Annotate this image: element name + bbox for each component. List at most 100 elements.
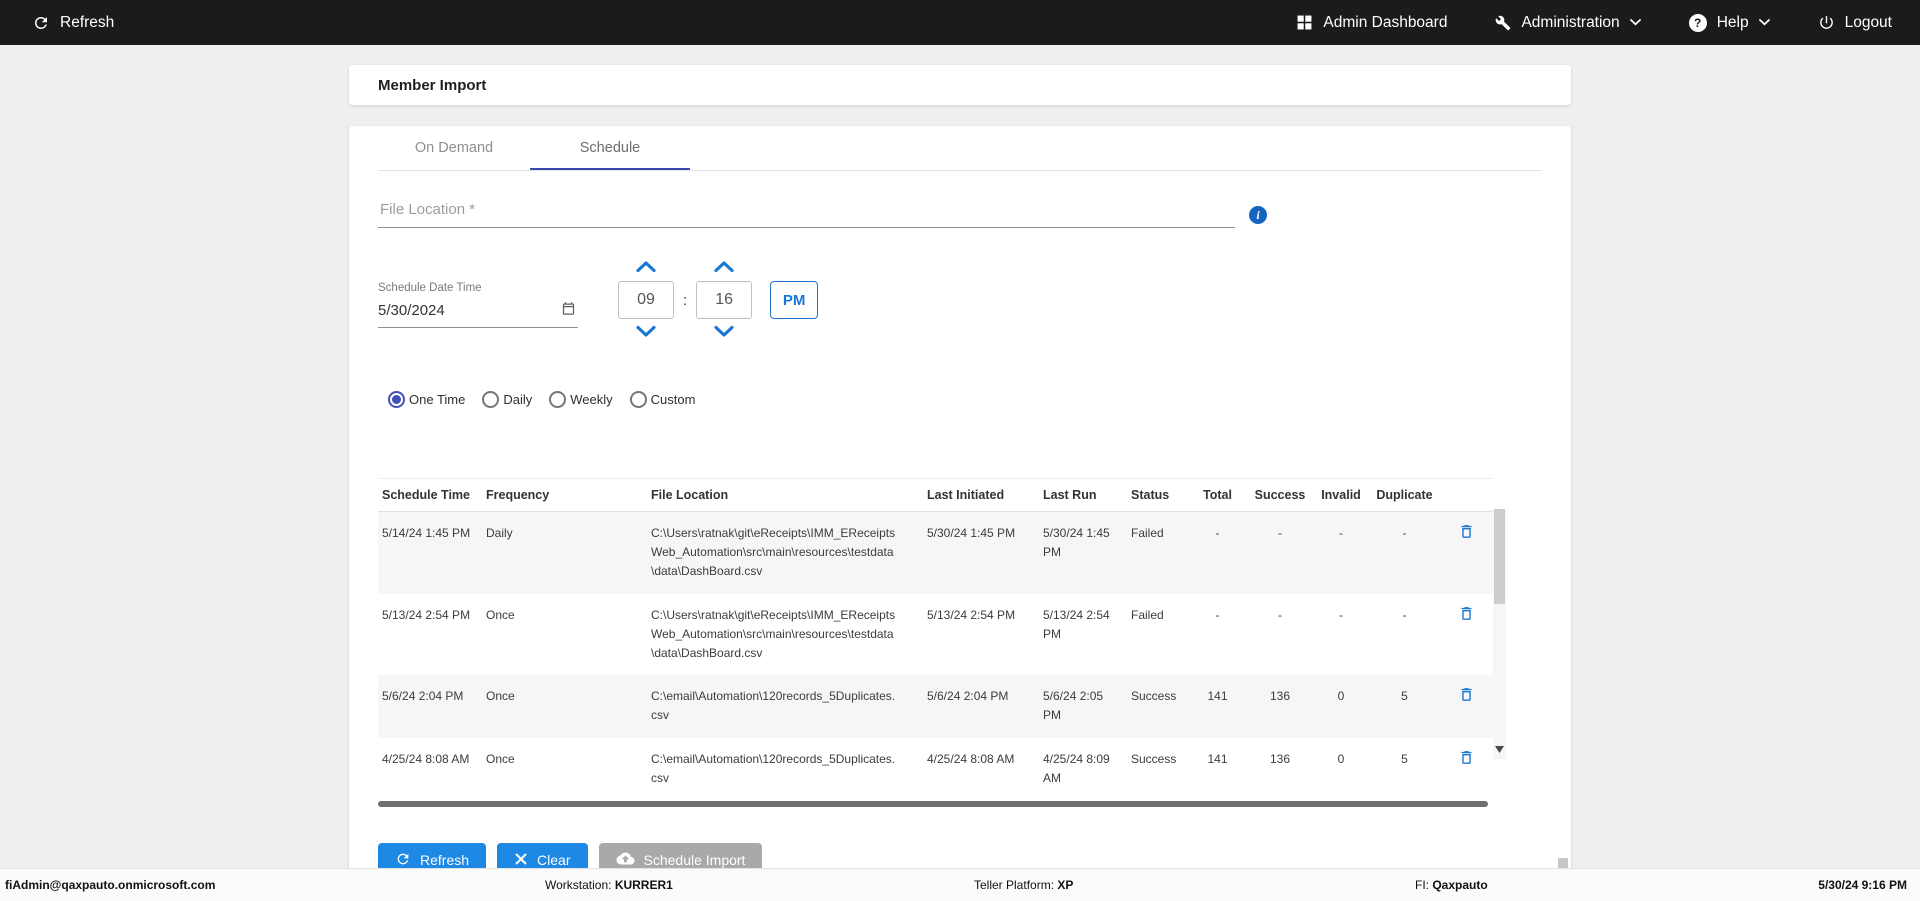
- cell-frequency: Once: [486, 751, 515, 766]
- cell-status: Failed: [1131, 607, 1164, 622]
- schedule-datetime-row: Schedule Date Time 5/30/2024 09: 16 PM: [378, 260, 1542, 339]
- cell-last-run: 5/6/24 2:05 PM: [1043, 689, 1104, 723]
- page-title-card: Member Import: [349, 65, 1571, 105]
- cell-file-location: C:\Users\ratnak\git\eReceipts\IMM_ERecei…: [651, 526, 896, 579]
- chevron-down-icon: [1758, 19, 1770, 26]
- calendar-icon[interactable]: [561, 301, 576, 320]
- schedule-date-field[interactable]: Schedule Date Time 5/30/2024: [378, 282, 578, 328]
- delete-row-button[interactable]: [1440, 512, 1493, 594]
- tab-on-demand[interactable]: On Demand: [378, 126, 530, 170]
- hour-increment-button[interactable]: [635, 260, 657, 276]
- member-import-card: On Demand Schedule i Schedule Date Time …: [349, 126, 1571, 887]
- schedule-date-value: 5/30/2024: [378, 302, 445, 319]
- administration-label: Administration: [1521, 13, 1620, 31]
- frequency-radio-one-time[interactable]: One Time: [388, 391, 465, 408]
- status-datetime: 5/30/24 9:16 PM: [1818, 878, 1907, 892]
- radio-unselected-icon: [549, 391, 567, 408]
- cell-schedule-time: 5/6/24 2:04 PM: [382, 689, 464, 704]
- page-title: Member Import: [378, 76, 487, 94]
- cell-duplicate: -: [1402, 526, 1407, 540]
- frequency-radio-weekly[interactable]: Weekly: [549, 391, 613, 408]
- frequency-radio-custom[interactable]: Custom: [629, 391, 695, 408]
- table-vertical-scrollbar[interactable]: [1493, 509, 1506, 759]
- cell-total: -: [1215, 526, 1220, 540]
- info-icon[interactable]: i: [1249, 206, 1267, 224]
- scrollbar-thumb[interactable]: [1494, 509, 1505, 604]
- help-nav-menu[interactable]: ? Help: [1688, 13, 1770, 32]
- cell-schedule-time: 4/25/24 8:08 AM: [382, 751, 470, 766]
- status-bar: fiAdmin@qaxpauto.onmicrosoft.com Worksta…: [0, 868, 1920, 901]
- delete-row-button[interactable]: [1440, 738, 1493, 800]
- trash-icon: [1458, 749, 1475, 769]
- cell-file-location: C:\Users\ratnak\git\eReceipts\IMM_ERecei…: [651, 607, 896, 660]
- minute-decrement-button[interactable]: [713, 325, 735, 339]
- minute-input[interactable]: 16: [696, 281, 753, 319]
- column-header-success: Success: [1254, 488, 1306, 502]
- hour-input[interactable]: 09: [618, 281, 674, 319]
- clear-button-label: Clear: [537, 852, 571, 869]
- fi-value: Qaxpauto: [1432, 878, 1488, 892]
- cell-invalid: 0: [1337, 751, 1345, 766]
- cell-duplicate: 5: [1401, 689, 1408, 704]
- delete-row-button[interactable]: [1440, 594, 1493, 676]
- minute-increment-button[interactable]: [713, 260, 735, 276]
- cell-success: -: [1278, 607, 1282, 622]
- logged-in-user: fiAdmin@qaxpauto.onmicrosoft.com: [5, 878, 216, 892]
- cell-invalid: -: [1339, 607, 1343, 622]
- fi-label: FI:: [1415, 878, 1429, 892]
- chevron-up-icon: [713, 260, 735, 276]
- cell-success: 136: [1269, 751, 1291, 766]
- teller-platform-label: Teller Platform:: [974, 878, 1055, 892]
- hour-decrement-button[interactable]: [635, 325, 657, 341]
- refresh-nav-button[interactable]: Refresh: [32, 14, 114, 32]
- cell-status: Failed: [1131, 526, 1164, 540]
- delete-row-button[interactable]: [1440, 675, 1493, 737]
- cell-file-location: C:\email\Automation\120records_5Duplicat…: [651, 751, 896, 785]
- scheduled-imports-table: Schedule Time Frequency File Location La…: [378, 478, 1506, 807]
- cell-schedule-time: 5/13/24 2:54 PM: [382, 607, 471, 622]
- table-header-row: Schedule Time Frequency File Location La…: [378, 478, 1493, 512]
- scrollbar-down-arrow-icon[interactable]: [1495, 740, 1504, 758]
- minute-spinner: 16: [696, 260, 753, 339]
- administration-nav-menu[interactable]: Administration: [1495, 13, 1641, 32]
- frequency-radio-daily[interactable]: Daily: [482, 391, 532, 408]
- cell-last-initiated: 5/30/24 1:45 PM: [927, 526, 1016, 540]
- trash-icon: [1458, 686, 1475, 706]
- hour-spinner: 09: [618, 260, 674, 341]
- column-header-last-initiated: Last Initiated: [927, 488, 1005, 502]
- table-body: 5/14/24 1:45 PM Daily C:\Users\ratnak\gi…: [378, 512, 1506, 800]
- table-row: 5/6/24 2:04 PM Once C:\email\Automation\…: [378, 675, 1493, 738]
- cell-total: 141: [1207, 751, 1228, 766]
- meridiem-toggle-button[interactable]: PM: [770, 281, 819, 319]
- tab-schedule-label: Schedule: [579, 140, 641, 156]
- workstation-label: Workstation:: [545, 878, 612, 892]
- radio-unselected-icon: [482, 391, 500, 408]
- refresh-button-label: Refresh: [420, 852, 470, 869]
- table-horizontal-scrollbar[interactable]: [378, 800, 1488, 807]
- table-row: 5/14/24 1:45 PM Daily C:\Users\ratnak\gi…: [378, 512, 1493, 594]
- refresh-nav-label: Refresh: [60, 13, 115, 31]
- refresh-icon: [32, 14, 50, 32]
- radio-unselected-icon: [629, 391, 647, 408]
- admin-dashboard-nav-button[interactable]: Admin Dashboard: [1296, 14, 1447, 32]
- chevron-up-icon: [635, 260, 657, 276]
- cell-last-initiated: 4/25/24 8:08 AM: [927, 751, 1015, 766]
- teller-platform-value: XP: [1057, 878, 1074, 892]
- cell-status: Success: [1131, 689, 1177, 704]
- file-location-input[interactable]: [378, 193, 1235, 228]
- radio-label: Weekly: [570, 392, 613, 407]
- cell-last-run: 5/13/24 2:54 PM: [1043, 607, 1110, 641]
- logout-nav-button[interactable]: Logout: [1818, 14, 1892, 32]
- power-icon: [1818, 14, 1835, 31]
- trash-icon: [1458, 605, 1475, 625]
- column-header-status: Status: [1131, 488, 1170, 502]
- close-icon: [514, 852, 528, 869]
- chevron-down-icon: [635, 325, 657, 341]
- cell-file-location: C:\email\Automation\120records_5Duplicat…: [651, 689, 896, 723]
- tab-schedule[interactable]: Schedule: [530, 126, 690, 170]
- cell-frequency: Once: [486, 689, 515, 704]
- radio-label: Daily: [503, 392, 533, 407]
- cell-status: Success: [1131, 751, 1177, 766]
- column-header-invalid: Invalid: [1321, 488, 1361, 502]
- column-header-frequency: Frequency: [486, 488, 550, 502]
